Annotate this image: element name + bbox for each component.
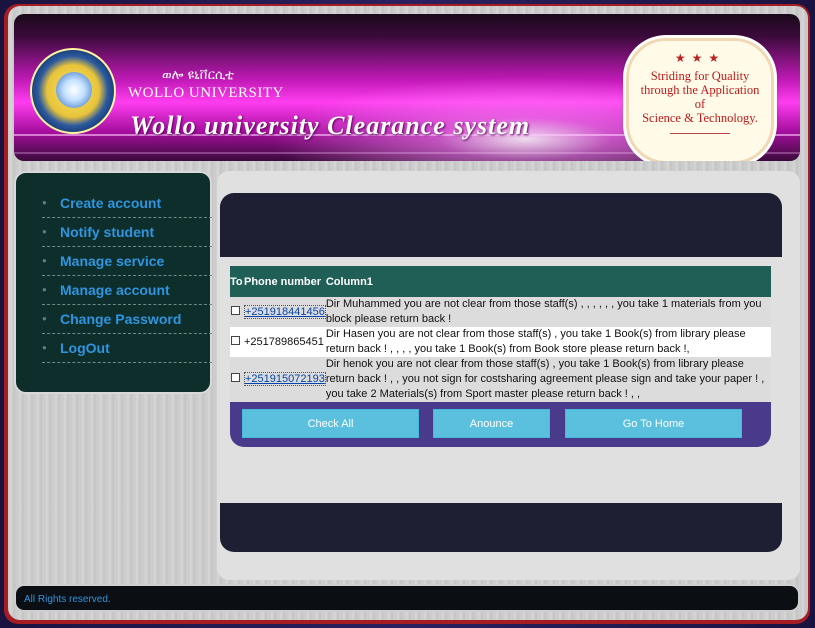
phone-link[interactable]: +251918441456 xyxy=(244,304,326,319)
bullet-icon: ● xyxy=(42,314,47,323)
table-row: +251918441456 Dir Muhammed you are not c… xyxy=(230,297,771,327)
sidebar-item-change-password[interactable]: ● Change Password xyxy=(42,305,212,334)
column-header-to: To xyxy=(230,266,244,297)
table-row: +251789865451 Dir Hasen you are not clea… xyxy=(230,327,771,357)
phone-text: +251789865451 xyxy=(244,335,324,348)
motto-line: Science & Technology. xyxy=(642,111,758,125)
motto-divider xyxy=(670,133,730,134)
logo-globe-icon xyxy=(56,72,92,108)
bullet-icon: ● xyxy=(42,227,47,236)
system-title: Wollo university Clearance system xyxy=(130,111,531,140)
column-header-column1: Column1 xyxy=(325,266,771,297)
bullet-icon: ● xyxy=(42,285,47,294)
message-cell: Dir henok you are not clear from those s… xyxy=(325,357,771,402)
message-cell: Dir Muhammed you are not clear from thos… xyxy=(325,297,771,327)
sidebar-item-label[interactable]: Create account xyxy=(60,195,161,211)
bullet-icon: ● xyxy=(42,256,47,265)
sidebar-item-create-account[interactable]: ● Create account xyxy=(42,189,212,218)
amharic-name: ወሎ ዩኒቨርሲቲ xyxy=(162,68,234,83)
action-bar: Check All Anounce Go To Home xyxy=(230,402,771,447)
university-name: WOLLO UNIVERSITY xyxy=(128,85,284,101)
go-to-home-button[interactable]: Go To Home xyxy=(565,409,742,438)
phone-cell: +251918441456 xyxy=(244,297,326,327)
row-checkbox[interactable] xyxy=(231,335,240,345)
message-cell: Dir Hasen you are not clear from those s… xyxy=(325,327,771,357)
table-header-row: To Phone number Column1 xyxy=(230,266,771,297)
phone-link[interactable]: +251915072193 xyxy=(244,372,326,386)
sidebar-item-label[interactable]: LogOut xyxy=(60,340,110,356)
phone-cell: +251789865451 xyxy=(244,327,326,357)
copyright-text: All Rights reserved. xyxy=(24,594,111,605)
check-all-button[interactable]: Check All xyxy=(242,409,419,438)
content-footer-bar xyxy=(220,503,782,552)
university-logo xyxy=(30,48,116,134)
select-cell xyxy=(230,327,244,357)
select-cell xyxy=(230,357,244,402)
sidebar-nav: ● Create account ● Notify student ● Mana… xyxy=(14,171,212,394)
row-checkbox[interactable] xyxy=(231,373,240,382)
anounce-button[interactable]: Anounce xyxy=(433,409,550,438)
stars-icon: ★★★ xyxy=(674,51,726,65)
content-header-bar xyxy=(220,193,782,257)
row-checkbox[interactable] xyxy=(231,305,240,315)
column-header-phone: Phone number xyxy=(244,266,326,297)
page-footer: All Rights reserved. xyxy=(14,584,800,612)
notification-table-wrapper: To Phone number Column1 +251918441456 Di… xyxy=(230,266,771,402)
motto-line: Striding for Quality xyxy=(650,69,750,83)
sidebar-item-logout[interactable]: ● LogOut xyxy=(42,334,212,363)
sidebar-item-notify-student[interactable]: ● Notify student xyxy=(42,218,212,247)
header-banner: ወሎ ዩኒቨርሲቲ WOLLO UNIVERSITY Wollo univers… xyxy=(14,14,800,161)
motto-badge: ★★★ Striding for Quality through the App… xyxy=(626,38,774,161)
sidebar-item-manage-service[interactable]: ● Manage service xyxy=(42,247,212,276)
table-row: +251915072193 Dir henok you are not clea… xyxy=(230,357,771,402)
sidebar-item-label[interactable]: Notify student xyxy=(60,224,154,240)
sidebar-item-label[interactable]: Change Password xyxy=(60,311,181,327)
select-cell xyxy=(230,297,244,327)
phone-cell: +251915072193 xyxy=(244,357,326,402)
motto-line: of xyxy=(694,97,706,111)
sidebar-item-label[interactable]: Manage account xyxy=(60,282,170,298)
sidebar-item-manage-account[interactable]: ● Manage account xyxy=(42,276,212,305)
notification-table: To Phone number Column1 +251918441456 Di… xyxy=(230,266,771,402)
sidebar-item-label[interactable]: Manage service xyxy=(60,253,164,269)
bullet-icon: ● xyxy=(42,198,47,207)
motto-line: through the Application xyxy=(640,83,760,97)
bullet-icon: ● xyxy=(42,343,47,352)
